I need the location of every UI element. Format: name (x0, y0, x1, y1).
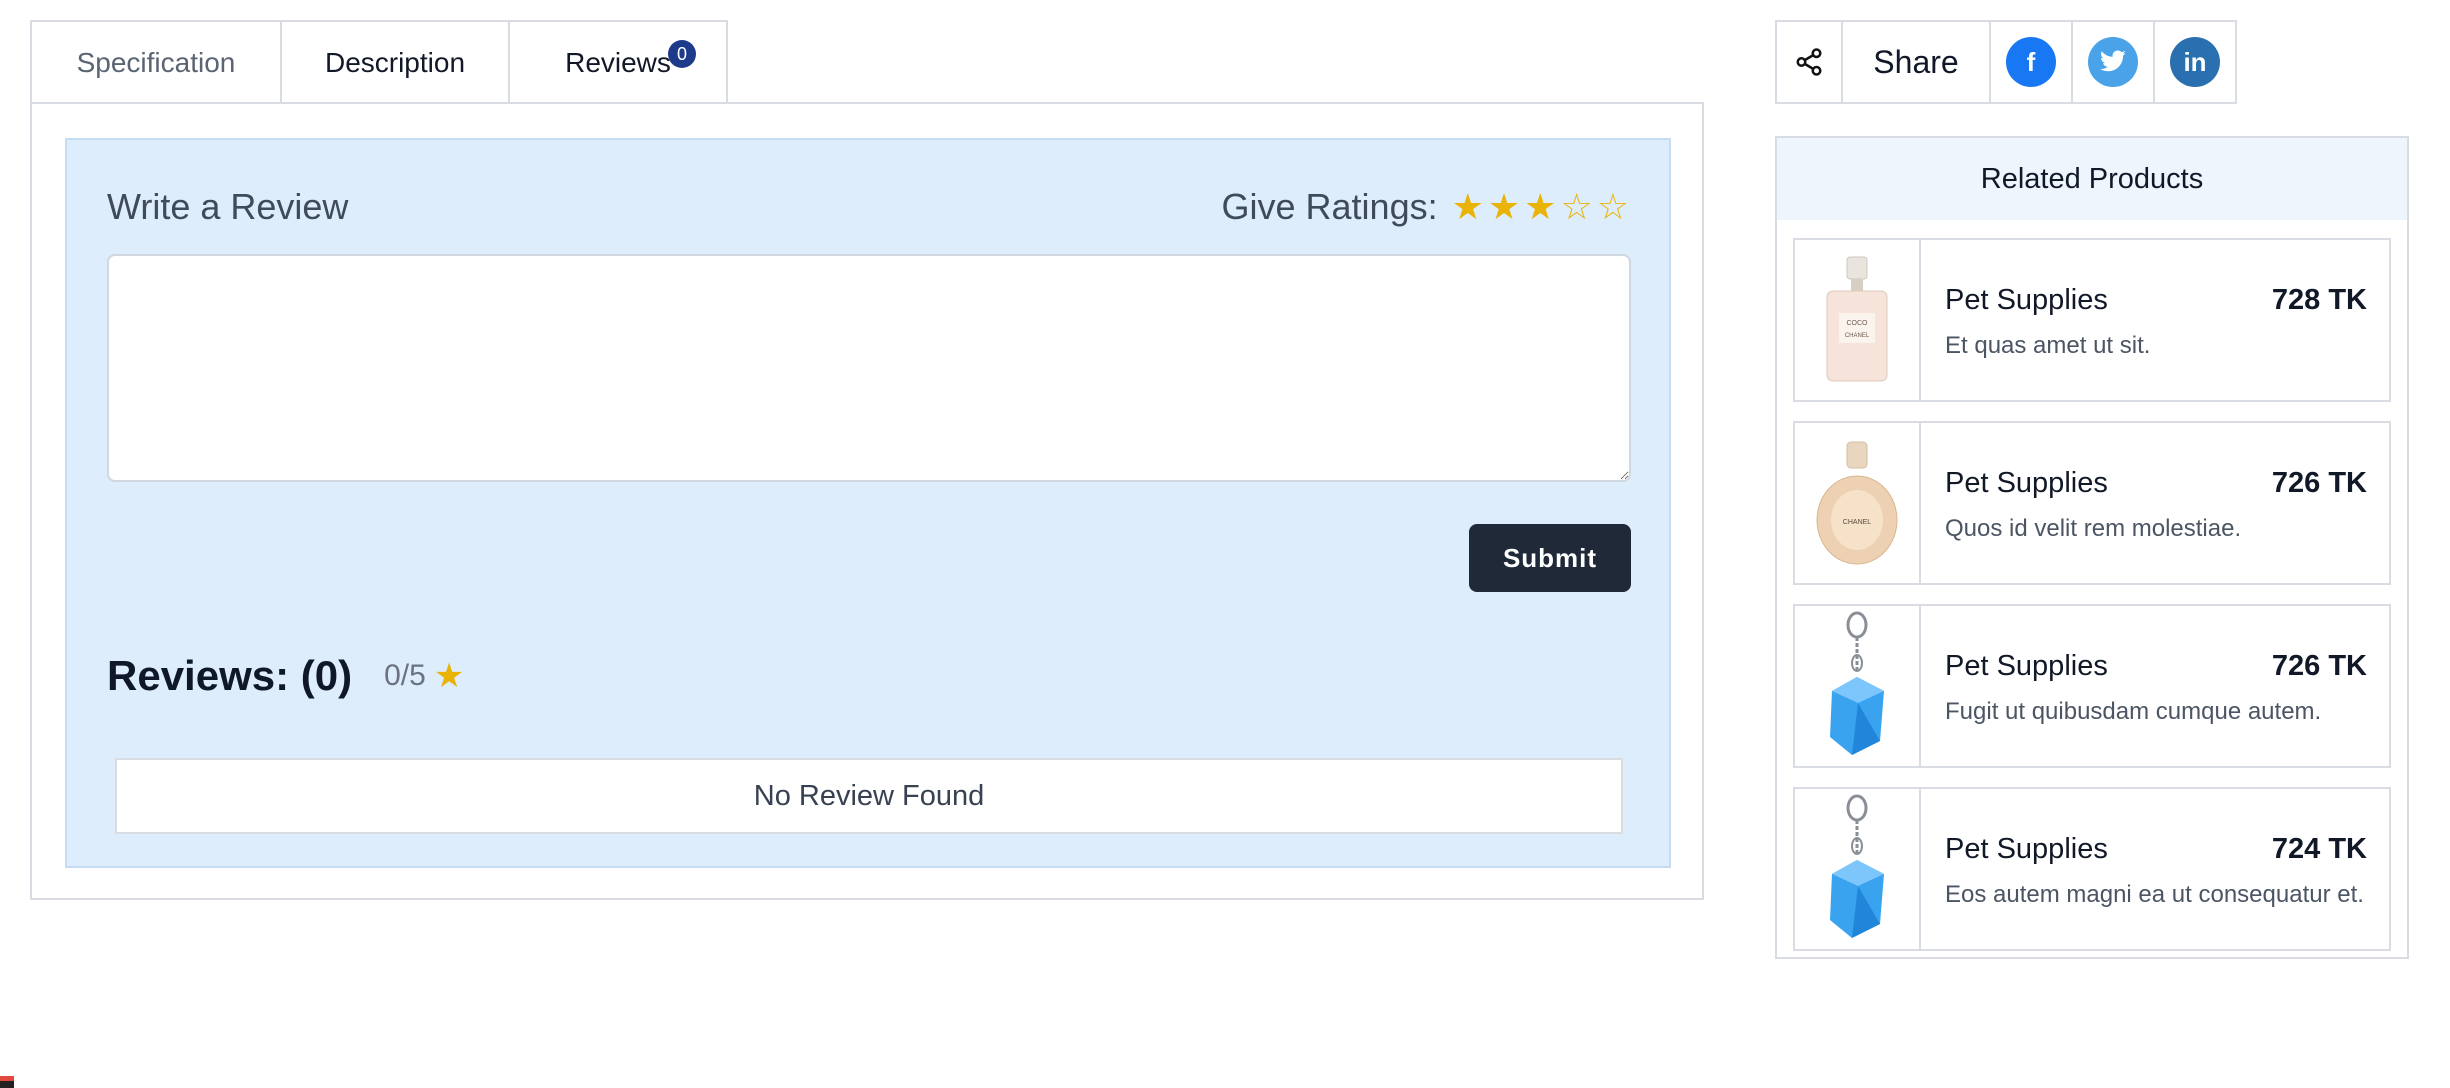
review-textarea[interactable] (107, 254, 1631, 482)
product-description: Fugit ut quibusdam cumque autem. (1945, 698, 2322, 725)
rating-star-4-icon[interactable]: ☆ (1560, 189, 1592, 225)
product-description: Quos id velit rem molestiae. (1945, 515, 2242, 542)
review-section: Write a Review Give Ratings: ★ ★ ★ ☆ ☆ S… (65, 138, 1671, 868)
related-products-title: Related Products (1980, 162, 2204, 195)
share-icon (1796, 48, 1822, 76)
tab-label: Specification (76, 47, 236, 78)
average-star-icon: ★ (433, 657, 465, 695)
share-icon-cell[interactable] (1775, 20, 1843, 104)
svg-text:CHANEL: CHANEL (1843, 519, 1872, 526)
product-price: 726 TK (2271, 467, 2367, 499)
product-thumbnail: COCO CHANEL (1795, 240, 1921, 400)
keychain-icon (1830, 794, 1884, 938)
product-description: Et quas amet ut sit. (1945, 332, 2151, 359)
reviews-title: Reviews: (0) (107, 652, 353, 699)
product-info: Pet Supplies 724 TK Eos autem magni ea u… (1921, 789, 2389, 949)
rating-star-3-icon[interactable]: ★ (1524, 189, 1556, 225)
svg-text:CHANEL: CHANEL (1845, 333, 1870, 339)
related-product-item[interactable]: CHANEL Pet Supplies 726 TK Quos id velit… (1793, 421, 2391, 585)
related-product-item[interactable]: COCO CHANEL Pet Supplies 728 TK Et quas … (1793, 238, 2391, 402)
product-name: Pet Supplies (1945, 467, 2108, 499)
tab-description[interactable]: Description (280, 20, 510, 104)
product-tabs: Specification Description Reviews 0 (30, 20, 728, 104)
share-label-cell: Share (1841, 20, 1991, 104)
related-product-item[interactable]: Pet Supplies 724 TK Eos autem magni ea u… (1793, 787, 2391, 951)
product-price: 728 TK (2271, 284, 2367, 316)
give-ratings-label: Give Ratings: (1221, 186, 1438, 227)
tab-label: Description (324, 47, 466, 78)
twitter-icon[interactable] (2088, 37, 2138, 87)
product-price: 724 TK (2271, 833, 2367, 865)
related-products-header: Related Products (1777, 138, 2407, 220)
product-thumbnail (1795, 606, 1921, 766)
perfume-bottle-icon: COCO CHANEL (1826, 256, 1888, 382)
svg-text:COCO: COCO (1847, 320, 1869, 327)
linkedin-share-cell: in (2153, 20, 2237, 104)
product-price: 726 TK (2271, 650, 2367, 682)
related-product-item[interactable]: Pet Supplies 726 TK Fugit ut quibusdam c… (1793, 604, 2391, 768)
no-review-message: No Review Found (115, 758, 1623, 834)
product-thumbnail: CHANEL (1795, 423, 1921, 583)
corner-artifact (0, 1076, 14, 1088)
submit-button[interactable]: Submit (1469, 524, 1631, 592)
linkedin-icon[interactable]: in (2170, 37, 2220, 87)
tab-content-panel: Write a Review Give Ratings: ★ ★ ★ ☆ ☆ S… (30, 102, 1704, 900)
no-review-text: No Review Found (753, 779, 985, 812)
product-thumbnail (1795, 789, 1921, 949)
rating-star-2-icon[interactable]: ★ (1488, 189, 1520, 225)
related-products: Related Products COCO CHANEL Pet Supplie… (1775, 136, 2409, 959)
product-name: Pet Supplies (1945, 284, 2108, 316)
facebook-icon[interactable]: f (2006, 37, 2056, 87)
tab-specification[interactable]: Specification (30, 20, 282, 104)
share-label: Share (1873, 43, 1959, 80)
give-ratings: Give Ratings: ★ ★ ★ ☆ ☆ (1222, 186, 1630, 228)
twitter-share-cell (2071, 20, 2155, 104)
perfume-bottle-icon: CHANEL (1816, 441, 1898, 565)
tab-label: Reviews (565, 47, 671, 78)
product-name: Pet Supplies (1945, 650, 2108, 682)
rating-star-5-icon[interactable]: ☆ (1597, 189, 1629, 225)
write-review-title: Write a Review (107, 186, 349, 227)
keychain-icon (1830, 611, 1884, 755)
reviews-count-badge: 0 (668, 40, 696, 68)
share-bar: Share f in (1775, 20, 2237, 104)
reviews-summary: Reviews: (0) 0/5 ★ (107, 652, 464, 700)
product-info: Pet Supplies 728 TK Et quas amet ut sit. (1921, 240, 2389, 400)
average-rating: 0/5 (384, 659, 426, 692)
product-info: Pet Supplies 726 TK Quos id velit rem mo… (1921, 423, 2389, 583)
rating-star-1-icon[interactable]: ★ (1452, 189, 1484, 225)
facebook-share-cell: f (1989, 20, 2073, 104)
product-name: Pet Supplies (1945, 833, 2108, 865)
tab-reviews[interactable]: Reviews 0 (508, 20, 728, 104)
product-info: Pet Supplies 726 TK Fugit ut quibusdam c… (1921, 606, 2389, 766)
product-description: Eos autem magni ea ut consequatur et. (1945, 881, 2364, 908)
